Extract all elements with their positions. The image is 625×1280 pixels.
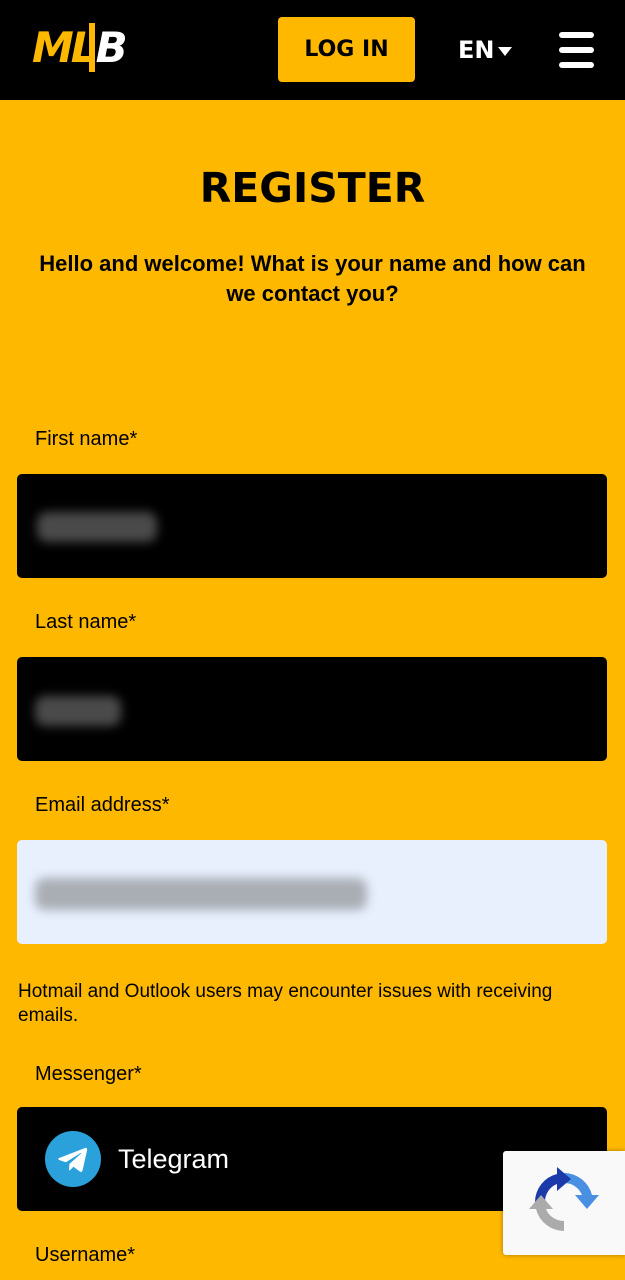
logo-text-b: B (88, 23, 128, 72)
page-subtitle: Hello and welcome! What is your name and… (39, 251, 586, 306)
redacted-value (35, 696, 121, 726)
recaptcha-icon (529, 1167, 599, 1231)
page-title: REGISTER (199, 164, 426, 212)
redacted-value (35, 878, 367, 910)
email-hint: Hotmail and Outlook users may encounter … (18, 981, 553, 1026)
messenger-label: Messenger* (35, 1063, 142, 1085)
messenger-value: Telegram (118, 1144, 230, 1174)
logo-text-a: ML (32, 23, 98, 72)
redacted-value (37, 512, 157, 542)
language-label: EN (458, 36, 495, 64)
email-input[interactable] (17, 840, 607, 944)
login-button[interactable]: LOG IN (278, 17, 415, 82)
recaptcha-badge[interactable] (503, 1151, 625, 1255)
language-selector[interactable]: EN (458, 32, 513, 68)
last-name-input[interactable] (17, 657, 607, 761)
email-label: Email address* (35, 794, 170, 816)
username-label: Username* (35, 1244, 136, 1266)
hamburger-icon[interactable] (559, 32, 594, 68)
first-name-label: First name* (35, 428, 138, 450)
last-name-label: Last name* (35, 611, 137, 633)
header: MLB LOG IN EN (0, 0, 625, 100)
caret-down-icon (498, 47, 513, 56)
telegram-icon (45, 1131, 101, 1187)
first-name-input[interactable] (17, 474, 607, 578)
logo[interactable]: MLB (32, 23, 128, 72)
